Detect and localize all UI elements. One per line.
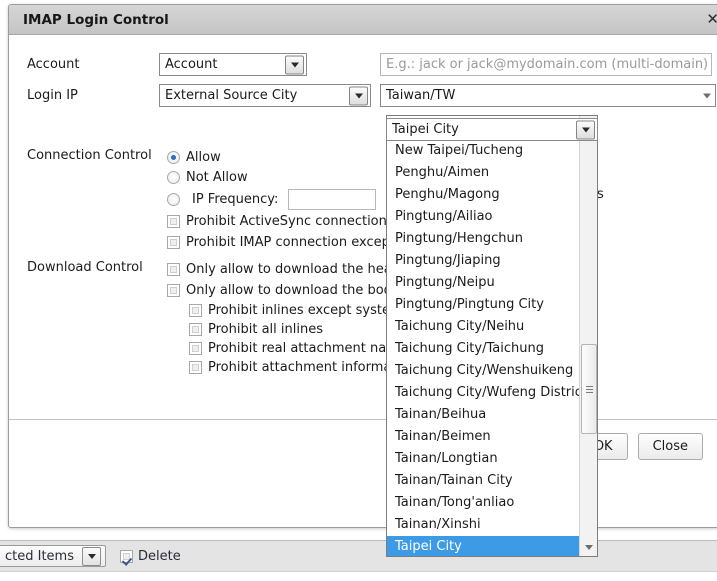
city-option[interactable]: Penghu/Magong	[387, 184, 579, 206]
imap-login-control-dialog: IMAP Login Control ✕ Account Account Log…	[8, 4, 717, 528]
option-prohibit-attachment-information[interactable]: Prohibit attachment informati	[189, 358, 403, 377]
chevron-down-icon[interactable]	[703, 93, 711, 98]
download-control-label: Download Control	[27, 260, 143, 275]
city-option[interactable]: New Taipei/Tucheng	[387, 140, 579, 162]
caret-down-icon[interactable]	[580, 539, 597, 555]
prohibit-all-inlines-label: Prohibit all inlines	[208, 322, 323, 337]
ip-frequency-input[interactable]	[288, 189, 376, 210]
account-label: Account	[27, 53, 159, 76]
login-ip-mode-select-value: External Source City	[165, 88, 297, 103]
city-dropdown-items: New Taipei/Sanchong DistrictNew Taipei/T…	[387, 116, 579, 556]
download-control-options: Only allow to download the hea Only allo…	[167, 259, 403, 377]
option-ip-frequency[interactable]: IP Frequency: dif	[167, 187, 403, 211]
prohibit-activesync-label: Prohibit ActiveSync connection	[186, 214, 387, 229]
dialog-title: IMAP Login Control	[23, 12, 169, 28]
page-footer-filler	[0, 572, 717, 581]
account-input[interactable]	[380, 53, 712, 76]
not-allow-radio[interactable]	[167, 171, 180, 184]
login-ip-row: Login IP External Source City	[27, 84, 371, 107]
city-option[interactable]: Pingtung/Hengchun	[387, 228, 579, 250]
option-prohibit-activesync[interactable]: Prohibit ActiveSync connection	[167, 211, 403, 232]
connection-control-label: Connection Control	[27, 148, 152, 163]
city-option[interactable]: Tainan/Tong'anliao	[387, 492, 579, 514]
ip-frequency-label: IP Frequency:	[192, 192, 278, 207]
allow-label: Allow	[186, 150, 221, 165]
chevron-down-icon[interactable]	[349, 86, 368, 105]
prohibit-all-inlines-checkbox[interactable]	[189, 323, 202, 336]
delete-checkbox-group[interactable]: Delete	[120, 549, 181, 564]
city-dropdown-list[interactable]: New Taipei/Sanchong DistrictNew Taipei/T…	[386, 115, 598, 557]
account-row: Account Account	[27, 53, 307, 76]
dialog-body: Account Account Login IP External Source…	[9, 35, 717, 473]
option-download-body[interactable]: Only allow to download the bod	[167, 280, 403, 301]
city-option[interactable]: Taichung City/Taichung	[387, 338, 579, 360]
city-option[interactable]: Tainan/Beimen	[387, 426, 579, 448]
close-button[interactable]: Close	[638, 433, 703, 460]
city-option[interactable]: Pingtung/Pingtung City	[387, 294, 579, 316]
prohibit-attachment-information-label: Prohibit attachment informati	[208, 360, 400, 375]
city-dropdown-scrollbar[interactable]	[579, 116, 597, 556]
scrollbar-thumb[interactable]	[581, 344, 597, 434]
prohibit-imap-checkbox[interactable]	[167, 236, 180, 249]
allow-radio[interactable]	[167, 151, 180, 164]
chevron-down-icon[interactable]	[285, 55, 304, 74]
account-type-select[interactable]: Account	[159, 53, 307, 76]
close-icon[interactable]: ✕	[706, 12, 717, 27]
page-bottom-toolbar: cted Items Delete	[0, 540, 717, 572]
login-ip-mode-select[interactable]: External Source City	[159, 84, 371, 107]
option-prohibit-imap[interactable]: Prohibit IMAP connection except	[167, 232, 403, 253]
option-prohibit-all-inlines[interactable]: Prohibit all inlines	[189, 320, 403, 339]
city-option[interactable]: Tainan/Beihua	[387, 404, 579, 426]
option-prohibit-inlines-except-system[interactable]: Prohibit inlines except system	[189, 301, 403, 320]
download-body-label: Only allow to download the bod	[186, 283, 392, 298]
connection-control-options: Allow Not Allow IP Frequency: dif Prohib…	[167, 147, 403, 253]
download-body-checkbox[interactable]	[167, 284, 180, 297]
city-option[interactable]: Taichung City/Wufeng District	[387, 382, 579, 404]
city-option[interactable]: Taichung City/Neihu	[387, 316, 579, 338]
city-select[interactable]: Taipei City	[386, 118, 598, 141]
prohibit-activesync-checkbox[interactable]	[167, 215, 180, 228]
not-allow-label: Not Allow	[186, 170, 248, 185]
city-option[interactable]: Tainan/Xinshi	[387, 514, 579, 536]
bulk-action-select[interactable]: cted Items	[0, 545, 106, 567]
prohibit-real-attachment-name-label: Prohibit real attachment nam	[208, 341, 399, 356]
option-not-allow[interactable]: Not Allow	[167, 167, 403, 187]
city-option[interactable]: Penghu/Aimen	[387, 162, 579, 184]
country-select-value: Taiwan/TW	[386, 88, 455, 103]
dialog-footer: OK Close	[9, 419, 717, 473]
prohibit-attachment-information-checkbox[interactable]	[189, 361, 202, 374]
account-type-select-value: Account	[165, 57, 218, 72]
download-header-checkbox[interactable]	[167, 263, 180, 276]
prohibit-real-attachment-name-checkbox[interactable]	[189, 342, 202, 355]
login-ip-label: Login IP	[27, 84, 159, 107]
ip-frequency-suffix-tail: s	[597, 187, 604, 202]
prohibit-inlines-except-system-label: Prohibit inlines except system	[208, 303, 403, 318]
download-header-label: Only allow to download the hea	[186, 262, 392, 277]
delete-checkbox[interactable]	[120, 550, 133, 563]
country-select[interactable]: Taiwan/TW	[380, 84, 716, 107]
city-option[interactable]: Pingtung/Neipu	[387, 272, 579, 294]
option-prohibit-real-attachment-name[interactable]: Prohibit real attachment nam	[189, 339, 403, 358]
ip-frequency-radio[interactable]	[167, 193, 180, 206]
city-select-value: Taipei City	[392, 122, 459, 137]
chevron-down-icon[interactable]	[82, 547, 101, 566]
dialog-titlebar: IMAP Login Control ✕	[9, 5, 717, 35]
city-option[interactable]: Tainan/Longtian	[387, 448, 579, 470]
chevron-down-icon[interactable]	[576, 120, 595, 139]
city-option[interactable]: Tainan/Tainan City	[387, 470, 579, 492]
delete-label: Delete	[138, 549, 181, 564]
city-option[interactable]: Pingtung/Jiaping	[387, 250, 579, 272]
city-option[interactable]: Taipei City	[387, 536, 579, 556]
bulk-action-select-value: cted Items	[5, 549, 74, 564]
prohibit-imap-label: Prohibit IMAP connection except	[186, 235, 395, 250]
city-option[interactable]: Pingtung/Ailiao	[387, 206, 579, 228]
option-download-header[interactable]: Only allow to download the hea	[167, 259, 403, 280]
option-allow[interactable]: Allow	[167, 147, 403, 167]
city-option[interactable]: Taichung City/Wenshuikeng	[387, 360, 579, 382]
prohibit-inlines-except-system-checkbox[interactable]	[189, 304, 202, 317]
